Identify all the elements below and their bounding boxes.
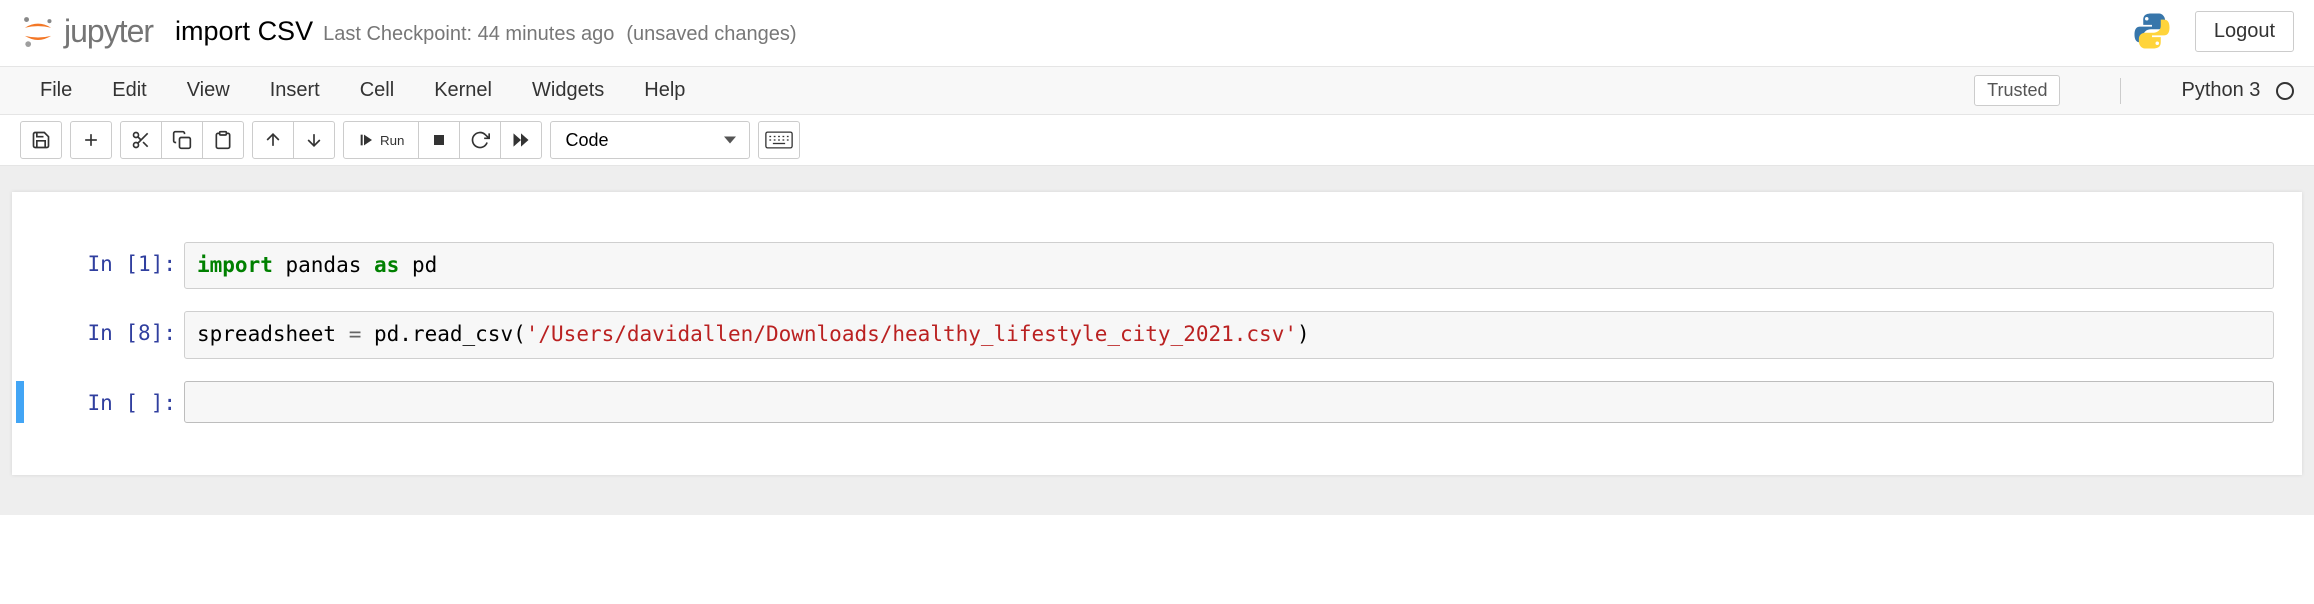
restart-icon (470, 130, 490, 150)
toolbar: Run Code (0, 115, 2314, 166)
menu-help[interactable]: Help (624, 69, 705, 112)
jupyter-logo-text: jupyter (64, 13, 153, 50)
move-up-button[interactable] (252, 121, 294, 159)
unsaved-indicator: (unsaved changes) (626, 23, 796, 46)
interrupt-button[interactable] (418, 121, 460, 159)
trusted-badge[interactable]: Trusted (1974, 75, 2060, 106)
cut-button[interactable] (120, 121, 162, 159)
save-icon (31, 130, 51, 150)
keyboard-icon (765, 131, 793, 149)
jupyter-logo-icon (20, 13, 56, 49)
cell-prompt: In [1]: (40, 242, 184, 276)
arrow-up-icon (263, 130, 283, 150)
paste-button[interactable] (202, 121, 244, 159)
menubar: File Edit View Insert Cell Kernel Widget… (0, 67, 2314, 115)
divider (2120, 78, 2121, 104)
code-cell[interactable]: In [ ]: (40, 381, 2274, 423)
cell-prompt: In [8]: (40, 311, 184, 345)
cell-input[interactable]: import pandas as pd (184, 242, 2274, 289)
save-button[interactable] (20, 121, 62, 159)
menu-widgets[interactable]: Widgets (512, 69, 624, 112)
stop-icon (429, 130, 449, 150)
title-area: import CSV Last Checkpoint: 44 minutes a… (175, 16, 796, 47)
notebook-container: In [1]:import pandas as pdIn [8]:spreads… (12, 192, 2302, 475)
menu-cell[interactable]: Cell (340, 69, 414, 112)
restart-run-all-button[interactable] (500, 121, 542, 159)
cell-prompt: In [ ]: (40, 381, 184, 415)
menu-view[interactable]: View (167, 69, 250, 112)
code-cell[interactable]: In [8]:spreadsheet = pd.read_csv('/Users… (40, 311, 2274, 358)
checkpoint-text: Last Checkpoint: 44 minutes ago (323, 23, 614, 46)
insert-cell-below-button[interactable] (70, 121, 112, 159)
arrow-down-icon (304, 130, 324, 150)
copy-icon (172, 130, 192, 150)
move-down-button[interactable] (293, 121, 335, 159)
menu-insert[interactable]: Insert (250, 69, 340, 112)
jupyter-logo[interactable]: jupyter (20, 13, 153, 50)
cell-type-select-wrap: Code (550, 121, 750, 159)
restart-button[interactable] (459, 121, 501, 159)
python-logo-icon (2131, 10, 2173, 52)
plus-icon (81, 130, 101, 150)
cell-type-select[interactable]: Code (550, 121, 750, 159)
fast-forward-icon (511, 130, 531, 150)
menu-file[interactable]: File (20, 69, 92, 112)
copy-button[interactable] (161, 121, 203, 159)
run-label: Run (380, 133, 404, 148)
kernel-idle-icon (2276, 82, 2294, 100)
paste-icon (213, 130, 233, 150)
menu-kernel[interactable]: Kernel (414, 69, 512, 112)
notebook-background: In [1]:import pandas as pdIn [8]:spreads… (0, 166, 2314, 515)
run-button[interactable]: Run (343, 121, 419, 159)
cell-input[interactable]: spreadsheet = pd.read_csv('/Users/davida… (184, 311, 2274, 358)
run-icon (358, 132, 374, 148)
kernel-name[interactable]: Python 3 (2181, 79, 2260, 101)
cut-copy-paste-group (120, 121, 244, 159)
notebook-name[interactable]: import CSV (175, 16, 313, 47)
run-group: Run (343, 121, 542, 159)
move-cell-group (252, 121, 335, 159)
menu-edit[interactable]: Edit (92, 69, 166, 112)
logout-button[interactable]: Logout (2195, 11, 2294, 52)
cell-input[interactable] (184, 381, 2274, 423)
command-palette-button[interactable] (758, 121, 800, 159)
code-cell[interactable]: In [1]:import pandas as pd (40, 242, 2274, 289)
header: jupyter import CSV Last Checkpoint: 44 m… (0, 0, 2314, 67)
cut-icon (131, 130, 151, 150)
